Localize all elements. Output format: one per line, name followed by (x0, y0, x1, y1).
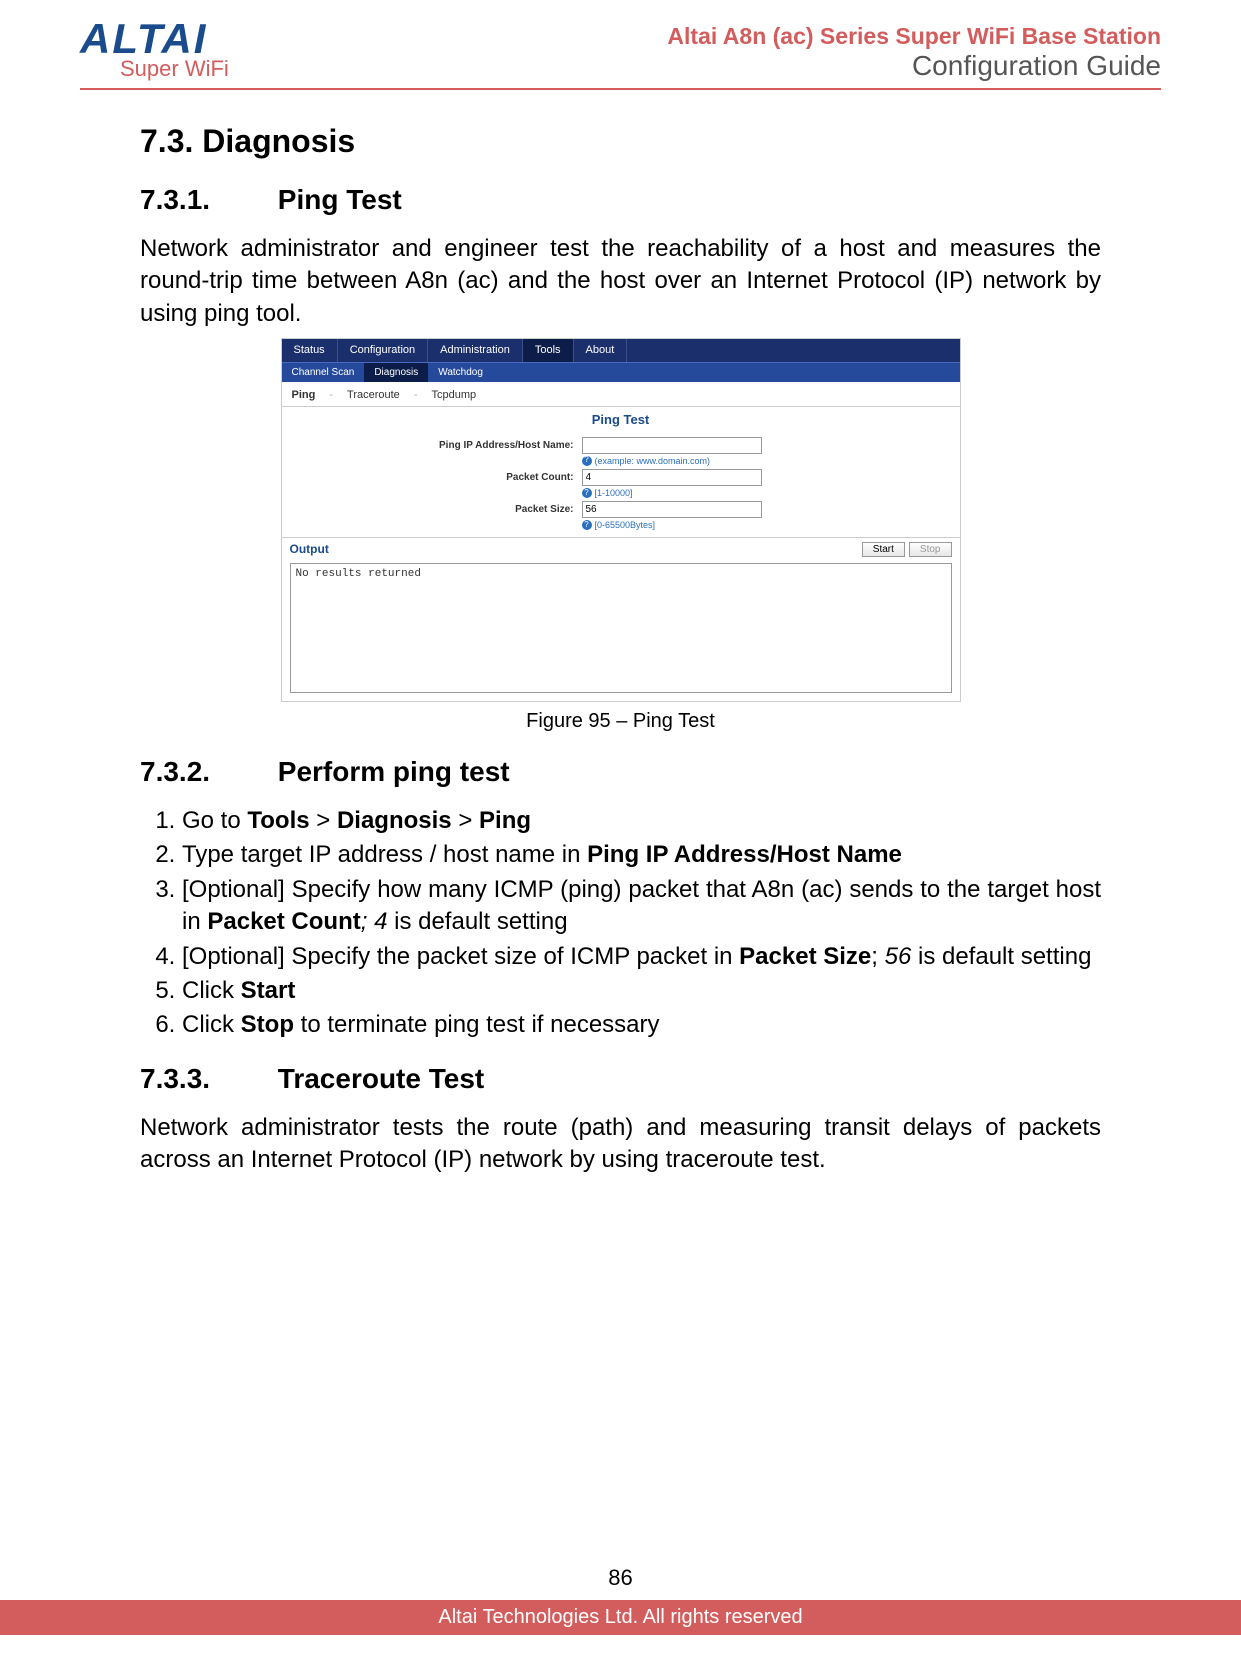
info-icon: ? (582, 488, 592, 498)
ss-label-size: Packet Size: (282, 501, 582, 517)
ss-top-tabs: Status Configuration Administration Tool… (282, 339, 960, 362)
step-6: Click Stop to terminate ping test if nec… (182, 1009, 1101, 1041)
heading-7-3: 7.3. Diagnosis (140, 120, 1101, 163)
heading-num: 7.3.1. (140, 181, 270, 219)
ss-tooltab-traceroute[interactable]: Traceroute (347, 388, 400, 403)
ss-hint-count: ?[1-10000] (582, 487, 960, 499)
ss-subtab-channel-scan[interactable]: Channel Scan (282, 363, 365, 383)
ss-sub-tabs: Channel Scan Diagnosis Watchdog (282, 362, 960, 383)
ss-input-count[interactable] (582, 469, 762, 486)
figure-ping-test-screenshot: Status Configuration Administration Tool… (281, 338, 961, 702)
figure-caption-95: Figure 95 – Ping Test (140, 708, 1101, 735)
heading-num: 7.3.2. (140, 753, 270, 791)
ss-tab-tools[interactable]: Tools (523, 339, 574, 362)
heading-7-3-3: 7.3.3. Traceroute Test (140, 1060, 1101, 1098)
step-4: [Optional] Specify the packet size of IC… (182, 941, 1101, 973)
ss-tab-status[interactable]: Status (282, 339, 338, 362)
para-733: Network administrator tests the route (p… (140, 1112, 1101, 1177)
ss-tool-tabs: Ping - Traceroute - Tcpdump (282, 382, 960, 407)
heading-title: Diagnosis (202, 123, 355, 159)
logo-main: ALTAI (80, 20, 207, 58)
heading-title: Ping Test (278, 184, 402, 215)
ss-row-size: Packet Size: ?[0-65500Bytes] (282, 501, 960, 531)
ss-input-ip[interactable] (582, 437, 762, 454)
ss-subtab-watchdog[interactable]: Watchdog (428, 363, 493, 383)
step-3: [Optional] Specify how many ICMP (ping) … (182, 874, 1101, 939)
heading-7-3-1: 7.3.1. Ping Test (140, 181, 1101, 219)
para-731: Network administrator and engineer test … (140, 233, 1101, 330)
ss-output-header: Output Start Stop (282, 537, 960, 560)
ss-subtab-diagnosis[interactable]: Diagnosis (364, 363, 428, 383)
heading-title: Traceroute Test (278, 1063, 484, 1094)
ss-tab-administration[interactable]: Administration (428, 339, 523, 362)
ss-panel-title: Ping Test (282, 407, 960, 435)
header-right: Altai A8n (ac) Series Super WiFi Base St… (667, 23, 1161, 82)
ss-hint-ip: ?(example: www.domain.com) (582, 455, 960, 467)
heading-num: 7.3.3. (140, 1060, 270, 1098)
step-2: Type target IP address / host name in Pi… (182, 839, 1101, 871)
ss-row-count: Packet Count: ?[1-10000] (282, 469, 960, 499)
page-number: 86 (0, 1565, 1241, 1591)
ss-tab-configuration[interactable]: Configuration (338, 339, 428, 362)
steps-list: Go to Tools > Diagnosis > Ping Type targ… (140, 805, 1101, 1042)
content: 7.3. Diagnosis 7.3.1. Ping Test Network … (80, 90, 1161, 1177)
heading-num: 7.3. (140, 123, 193, 159)
sep: - (414, 388, 418, 403)
step-5: Click Start (182, 975, 1101, 1007)
ss-tab-about[interactable]: About (574, 339, 628, 362)
header-doc-title: Configuration Guide (667, 50, 1161, 82)
ss-tooltab-tcpdump[interactable]: Tcpdump (431, 388, 476, 403)
ss-output-box: No results returned (290, 563, 952, 693)
ss-input-size[interactable] (582, 501, 762, 518)
info-icon: ? (582, 456, 592, 466)
heading-title: Perform ping test (278, 756, 510, 787)
info-icon: ? (582, 520, 592, 530)
sep: - (329, 388, 333, 403)
header-product-line: Altai A8n (ac) Series Super WiFi Base St… (667, 23, 1161, 50)
ss-start-button[interactable]: Start (862, 542, 905, 557)
heading-7-3-2: 7.3.2. Perform ping test (140, 753, 1101, 791)
ss-label-ip: Ping IP Address/Host Name: (282, 437, 582, 453)
logo-sub: Super WiFi (120, 56, 229, 82)
ss-stop-button[interactable]: Stop (909, 542, 952, 557)
ss-label-count: Packet Count: (282, 469, 582, 485)
footer-copyright: Altai Technologies Ltd. All rights reser… (0, 1600, 1241, 1635)
logo: ALTAI Super WiFi (80, 20, 229, 82)
ss-output-label: Output (290, 541, 329, 557)
step-1: Go to Tools > Diagnosis > Ping (182, 805, 1101, 837)
ss-hint-size: ?[0-65500Bytes] (582, 519, 960, 531)
ss-tooltab-ping[interactable]: Ping (292, 388, 316, 403)
page-header: ALTAI Super WiFi Altai A8n (ac) Series S… (80, 0, 1161, 90)
ss-row-ip: Ping IP Address/Host Name: ?(example: ww… (282, 437, 960, 467)
